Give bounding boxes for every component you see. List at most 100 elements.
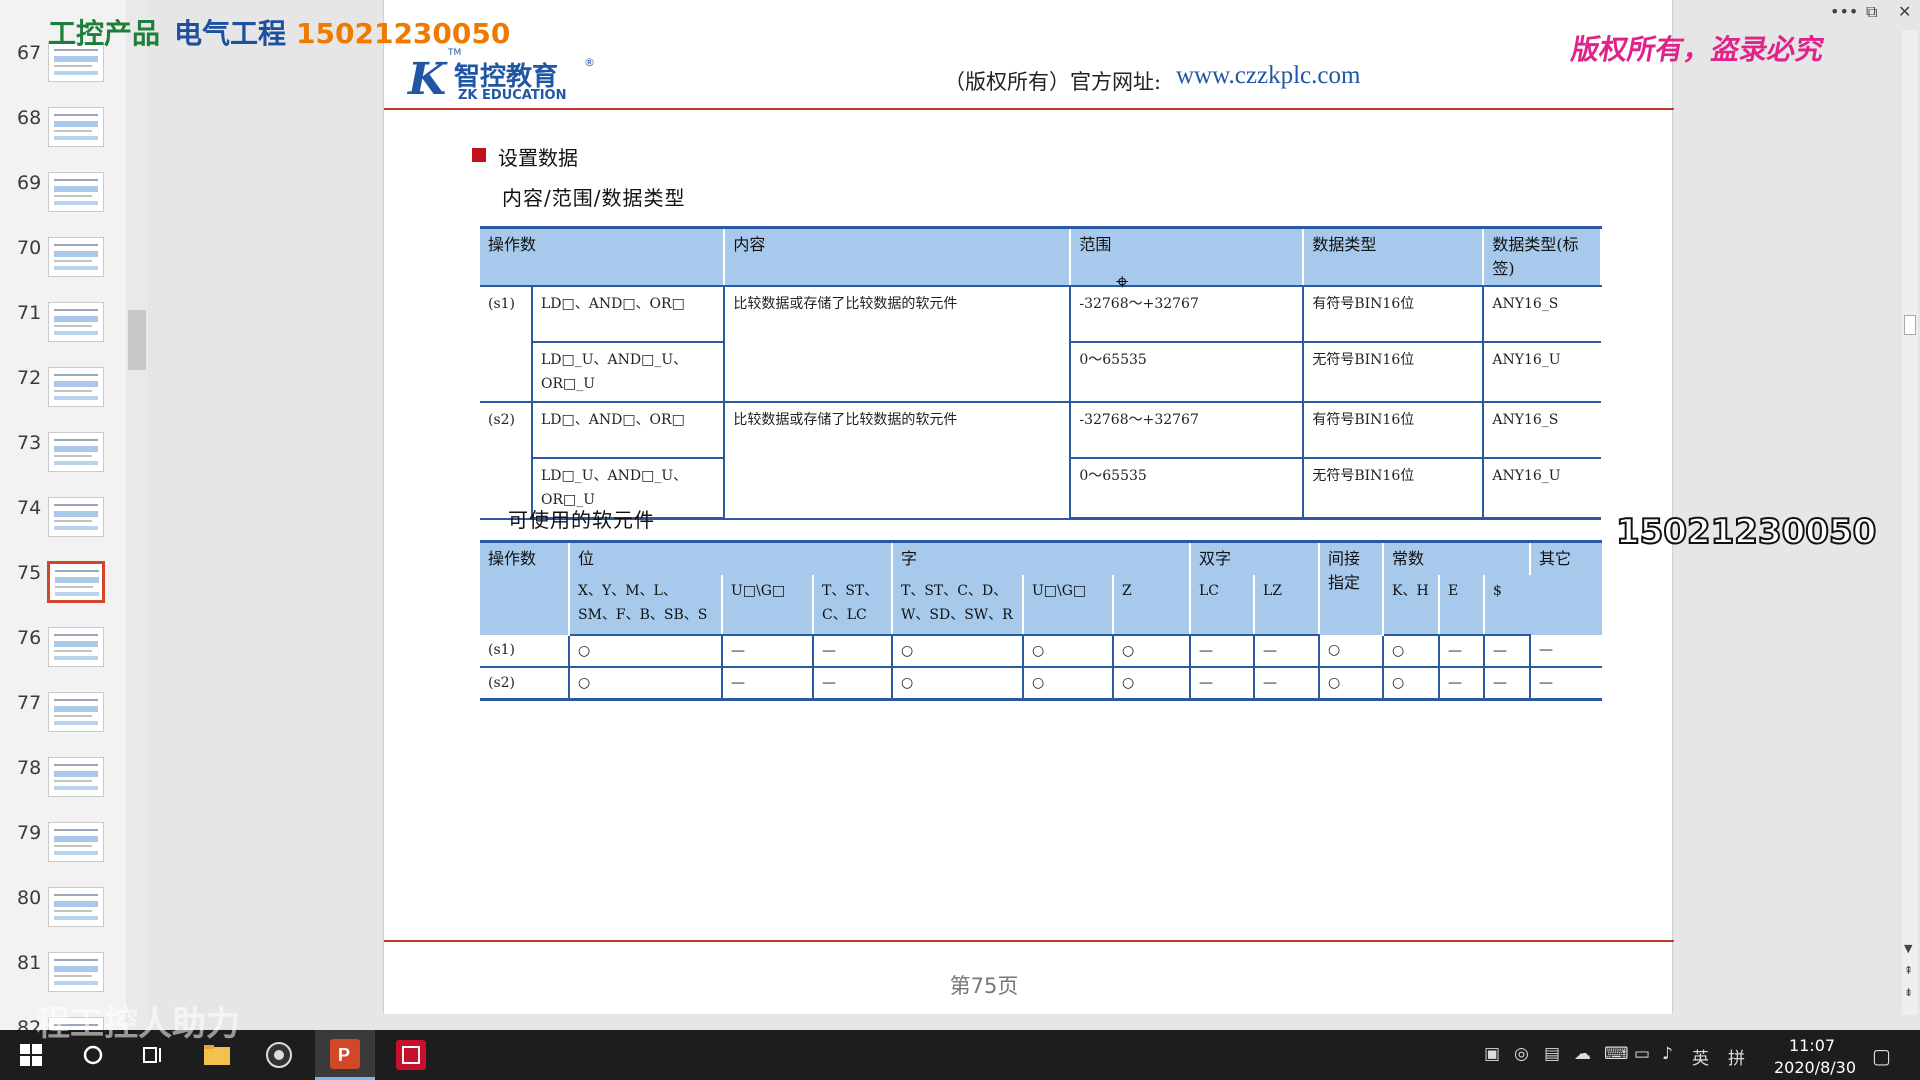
notification-icon[interactable]: ▢ [1872, 1044, 1891, 1068]
slide-thumbnail[interactable]: 79 [0, 822, 148, 882]
slide-thumbnail-pane[interactable]: 67 68 69 70 71 72 73 74 75 76 77 78 79 80 81 82 [0, 0, 148, 1057]
slide-thumbnail-preview[interactable] [48, 432, 104, 472]
slide-thumbnail-preview[interactable] [48, 107, 104, 147]
tray-device-icon[interactable]: ▤ [1544, 1044, 1560, 1064]
more-options-icon[interactable]: ••• [1830, 2, 1858, 21]
slide-thumbnail-preview[interactable] [48, 757, 104, 797]
close-icon[interactable]: ✕ [1898, 2, 1911, 21]
range-cell: -32768～+32767 [1070, 402, 1305, 459]
prev-slide-icon[interactable]: ⇞ [1904, 964, 1913, 977]
slide-thumbnail-number: 75 [17, 562, 42, 584]
section-title: 设置数据 [472, 142, 578, 171]
device-cell: ○ [892, 667, 1024, 701]
content-cell: 比较数据或存储了比较数据的软元件 [724, 402, 1072, 520]
slide-thumbnail-number: 81 [17, 952, 42, 974]
device-cell: — [1439, 667, 1485, 701]
slide-thumbnail-preview[interactable] [48, 822, 104, 862]
brand-phone: 15021230050 [296, 17, 511, 50]
red-app-button[interactable] [384, 1030, 438, 1080]
slide-thumbnail[interactable]: 76 [0, 627, 148, 687]
instruction-cell: LD□、AND□、OR□ [532, 286, 726, 343]
device-cell: — [1439, 635, 1485, 668]
search-circle-icon [83, 1045, 103, 1065]
type-label-cell: ANY16_U [1483, 458, 1601, 520]
slide-thumbnail-number: 68 [17, 107, 42, 129]
slide-thumbnail-preview[interactable] [48, 952, 104, 992]
slide-thumbnail-preview[interactable] [48, 887, 104, 927]
header-indirect: 间接指定 [1319, 540, 1384, 635]
next-slide-icon[interactable]: ⇟ [1904, 986, 1913, 999]
type-cell: 有符号BIN16位 [1303, 402, 1485, 459]
content-cell: 比较数据或存储了比较数据的软元件 [724, 286, 1072, 403]
device-cell: ○ [569, 635, 723, 668]
table-row: (s2) ○ — — ○ ○ ○ — — ○ ○ — — — [480, 667, 1602, 701]
tray-volume-icon[interactable]: ♪ [1662, 1044, 1673, 1064]
slide-scrollbar[interactable]: ▼ ⇞ ⇟ [1902, 30, 1918, 1015]
slide-thumbnail-preview[interactable] [48, 692, 104, 732]
brand-products: 工控产品 [48, 17, 161, 50]
slide-thumbnail-preview-selected[interactable] [47, 561, 105, 603]
device-cell: ○ [1113, 667, 1191, 701]
slide-thumbnail-number: 74 [17, 497, 42, 519]
header-copyright: （版权所有）官方网址: [944, 70, 1162, 94]
subsection-title: 内容/范围/数据类型 [502, 186, 686, 210]
operand-cell: (s1) [480, 635, 570, 668]
slide-thumbnail[interactable]: 78 [0, 757, 148, 817]
powerpoint-taskbar-button[interactable]: P [315, 1030, 375, 1080]
obs-icon [266, 1042, 292, 1068]
header-constant: 常数 [1383, 540, 1531, 575]
slide-thumbnail[interactable]: 72 [0, 367, 148, 427]
bottom-watermark: 程工控人助力 [36, 1004, 240, 1044]
brand-electrical: 电气工程 [174, 17, 287, 50]
tray-input-icon[interactable]: ⌨ [1604, 1044, 1629, 1064]
range-cell: 0～65535 [1070, 342, 1305, 403]
subheader-bit-devices: X、Y、M、L、SM、F、B、SB、S [569, 575, 723, 636]
slide-canvas[interactable]: TM K 智控教育 ® ZK EDUCATION （版权所有）官方网址: www… [383, 0, 1674, 1014]
slide-thumbnail-preview[interactable] [48, 627, 104, 667]
slide-thumbnail-preview[interactable] [48, 302, 104, 342]
tray-obs-icon[interactable]: ◎ [1514, 1044, 1529, 1064]
slide-thumbnail-preview[interactable] [48, 367, 104, 407]
powerpoint-window: 67 68 69 70 71 72 73 74 75 76 77 78 79 80 81 82 工控产品 电气工… [0, 0, 1920, 1080]
slide-thumbnail-preview[interactable] [48, 497, 104, 537]
obs-button[interactable] [252, 1030, 306, 1080]
logo-english: ZK EDUCATION [458, 88, 567, 103]
windows-taskbar: P ▣ ◎ ▤ ☁ ⌨ ▭ ♪ 英 拼 11:07 2020/8/30 ▢ [0, 1030, 1920, 1080]
slide-scroll-thumb[interactable] [1904, 315, 1916, 335]
type-label-cell: ANY16_U [1483, 342, 1601, 403]
device-subsection-title: 可使用的软元件 [508, 508, 655, 532]
subheader-bit-buffer: U□\G□ [722, 575, 814, 636]
slide-thumbnail[interactable]: 70 [0, 237, 148, 297]
slide-thumbnail[interactable]: 73 [0, 432, 148, 492]
header-range: 范围 [1070, 226, 1305, 287]
subheader-const-kh: K、H [1383, 575, 1440, 636]
slide-thumbnail[interactable]: 77 [0, 692, 148, 752]
slide-thumbnail[interactable]: 75 [0, 561, 148, 622]
slide-thumbnail-preview[interactable] [48, 172, 104, 212]
device-cell: — [1484, 667, 1531, 701]
device-cell: — [1484, 635, 1531, 668]
slide-thumbnail[interactable]: 71 [0, 302, 148, 362]
slide-thumbnail[interactable]: 69 [0, 172, 148, 232]
slide-thumbnail[interactable]: 68 [0, 107, 148, 167]
clock-date[interactable]: 2020/8/30 [1774, 1058, 1856, 1077]
clock-time[interactable]: 11:07 [1789, 1036, 1835, 1055]
subheader-word-index: Z [1113, 575, 1191, 636]
tray-cloud-icon[interactable]: ☁ [1574, 1044, 1591, 1064]
restore-icon[interactable]: ⧉ [1866, 2, 1877, 22]
ime-mode[interactable]: 拼 [1728, 1044, 1745, 1069]
slide-thumbnail[interactable]: 80 [0, 887, 148, 947]
logo-registered: ® [584, 56, 595, 69]
red-app-icon [396, 1040, 426, 1070]
mouse-cursor-icon: ⌖ [1116, 270, 1129, 295]
type-cell: 有符号BIN16位 [1303, 286, 1485, 343]
header-word: 字 [892, 540, 1191, 575]
device-cell: ○ [892, 635, 1024, 668]
slide-thumbnail[interactable]: 74 [0, 497, 148, 557]
scroll-down-arrow-icon[interactable]: ▼ [1904, 942, 1912, 955]
tray-app-icon[interactable]: ▣ [1484, 1044, 1500, 1064]
device-cell: — [722, 667, 814, 701]
ime-language[interactable]: 英 [1692, 1044, 1709, 1069]
slide-thumbnail-preview[interactable] [48, 237, 104, 277]
tray-network-icon[interactable]: ▭ [1634, 1044, 1650, 1064]
